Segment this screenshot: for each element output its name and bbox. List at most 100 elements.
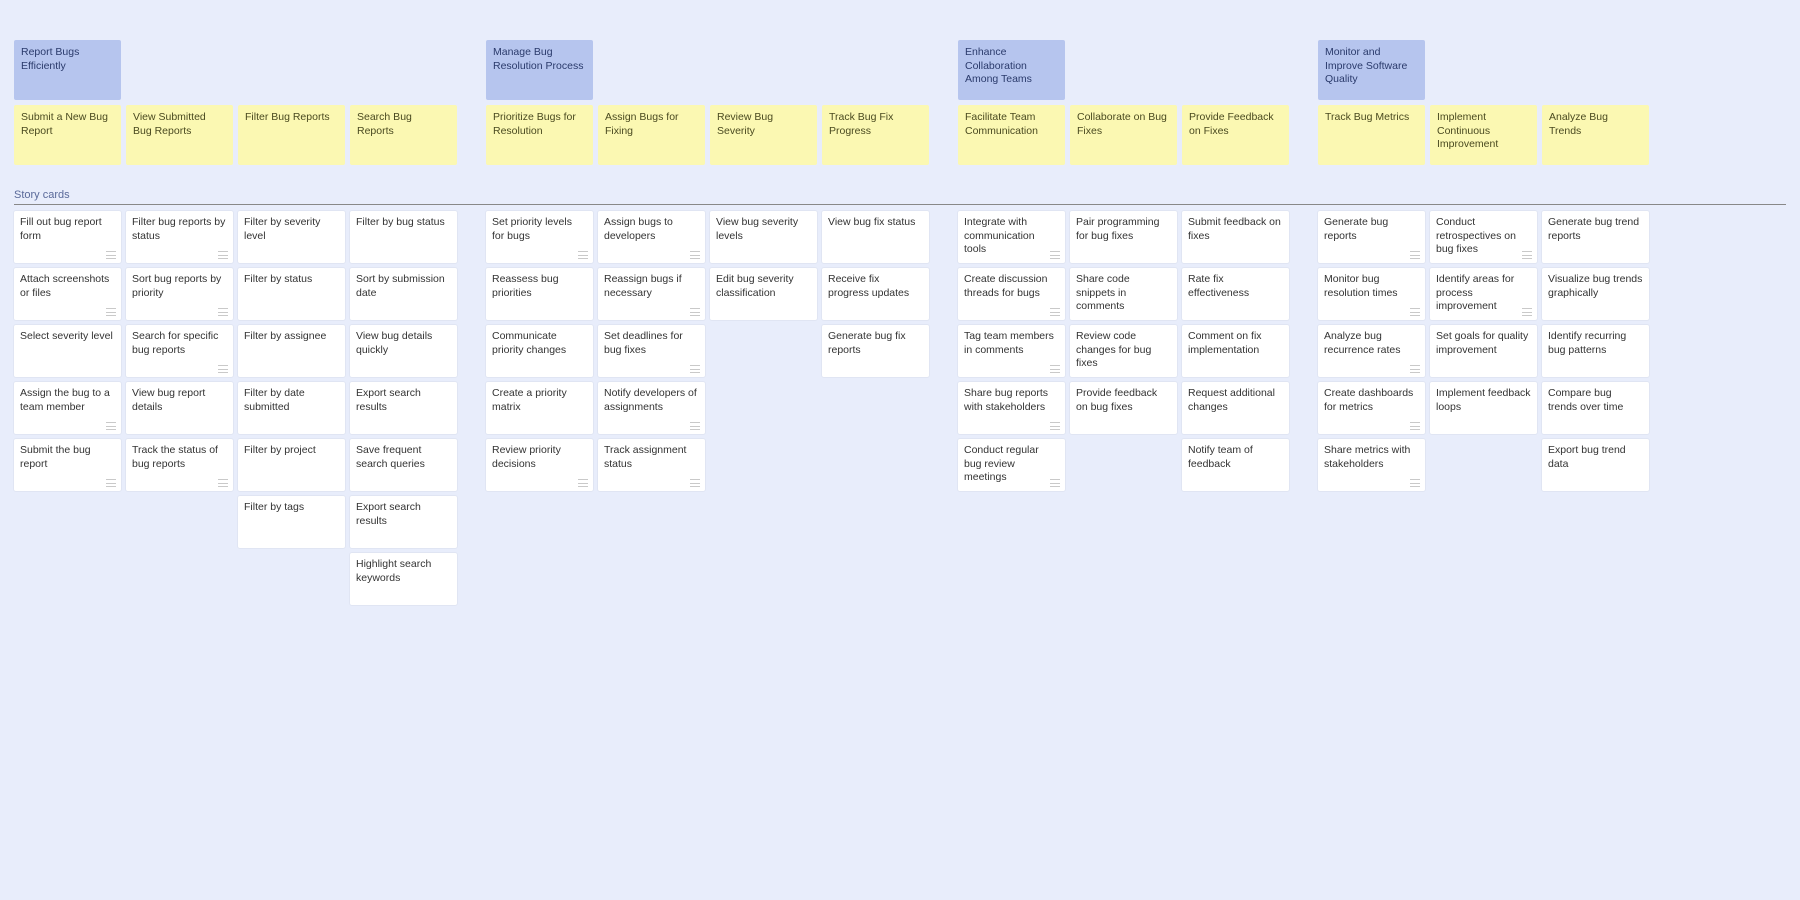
story-card[interactable]: Assign bugs to developers — [598, 211, 705, 263]
story-card[interactable]: Create dashboards for metrics — [1318, 382, 1425, 434]
feature-card[interactable]: Submit a New Bug Report — [14, 105, 121, 165]
feature-card[interactable]: Implement Continuous Improvement — [1430, 105, 1537, 165]
story-card[interactable]: Identify recurring bug patterns — [1542, 325, 1649, 377]
story-card[interactable]: Track assignment status — [598, 439, 705, 491]
story-card[interactable]: Save frequent search queries — [350, 439, 457, 491]
story-card-text: Filter by severity level — [244, 216, 320, 242]
story-card[interactable]: Notify developers of assignments — [598, 382, 705, 434]
feature-card[interactable]: Track Bug Fix Progress — [822, 105, 929, 165]
story-card[interactable]: View bug severity levels — [710, 211, 817, 263]
story-card-text: Filter by bug status — [356, 216, 445, 228]
story-card[interactable]: View bug fix status — [822, 211, 929, 263]
story-card[interactable]: Edit bug severity classification — [710, 268, 817, 320]
story-card[interactable]: Implement feedback loops — [1430, 382, 1537, 434]
story-card[interactable]: Generate bug fix reports — [822, 325, 929, 377]
epic-placeholder — [1542, 40, 1649, 100]
story-card-text: Filter by status — [244, 273, 312, 285]
story-card[interactable]: Search for specific bug reports — [126, 325, 233, 377]
story-card[interactable]: Pair programming for bug fixes — [1070, 211, 1177, 263]
story-card[interactable]: Export search results — [350, 496, 457, 548]
story-card[interactable]: Filter by severity level — [238, 211, 345, 263]
story-card[interactable]: Filter by status — [238, 268, 345, 320]
list-icon — [1410, 422, 1420, 430]
feature-card[interactable]: Search Bug Reports — [350, 105, 457, 165]
feature-card[interactable]: Filter Bug Reports — [238, 105, 345, 165]
epic-card[interactable]: Monitor and Improve Software Quality — [1318, 40, 1425, 100]
story-card[interactable]: Share bug reports with stakeholders — [958, 382, 1065, 434]
story-card[interactable]: Assign the bug to a team member — [14, 382, 121, 434]
story-card[interactable]: Generate bug trend reports — [1542, 211, 1649, 263]
story-card[interactable]: Rate fix effectiveness — [1182, 268, 1289, 320]
story-card[interactable]: Request additional changes — [1182, 382, 1289, 434]
story-card[interactable]: Sort by submission date — [350, 268, 457, 320]
feature-card[interactable]: Prioritize Bugs for Resolution — [486, 105, 593, 165]
story-card[interactable]: Sort bug reports by priority — [126, 268, 233, 320]
epic-card[interactable]: Manage Bug Resolution Process — [486, 40, 593, 100]
story-card[interactable]: Export bug trend data — [1542, 439, 1649, 491]
story-card[interactable]: Generate bug reports — [1318, 211, 1425, 263]
story-card[interactable]: View bug details quickly — [350, 325, 457, 377]
story-card[interactable]: Monitor bug resolution times — [1318, 268, 1425, 320]
feature-card[interactable]: Assign Bugs for Fixing — [598, 105, 705, 165]
story-card[interactable]: Integrate with communication tools — [958, 211, 1065, 263]
story-card[interactable]: Filter by bug status — [350, 211, 457, 263]
story-card[interactable]: Create discussion threads for bugs — [958, 268, 1065, 320]
story-card[interactable]: Create a priority matrix — [486, 382, 593, 434]
story-card[interactable]: Comment on fix implementation — [1182, 325, 1289, 377]
story-card[interactable]: Conduct retrospectives on bug fixes — [1430, 211, 1537, 263]
epic-card[interactable]: Enhance Collaboration Among Teams — [958, 40, 1065, 100]
story-card[interactable]: Fill out bug report form — [14, 211, 121, 263]
story-card[interactable]: Communicate priority changes — [486, 325, 593, 377]
story-card[interactable]: Highlight search keywords — [350, 553, 457, 605]
story-card-text: Sort bug reports by priority — [132, 273, 221, 299]
feature-card[interactable]: Track Bug Metrics — [1318, 105, 1425, 165]
story-card[interactable]: Reassess bug priorities — [486, 268, 593, 320]
epic-card[interactable]: Report Bugs Efficiently — [14, 40, 121, 100]
story-card[interactable]: Submit feedback on fixes — [1182, 211, 1289, 263]
story-card-text: Comment on fix implementation — [1188, 330, 1262, 356]
story-card-text: Filter bug reports by status — [132, 216, 225, 242]
story-card[interactable]: Export search results — [350, 382, 457, 434]
story-card[interactable]: Submit the bug report — [14, 439, 121, 491]
feature-card[interactable]: Analyze Bug Trends — [1542, 105, 1649, 165]
story-card[interactable]: Receive fix progress updates — [822, 268, 929, 320]
story-card[interactable]: Filter by project — [238, 439, 345, 491]
list-icon — [1410, 308, 1420, 316]
feature-card[interactable]: Collaborate on Bug Fixes — [1070, 105, 1177, 165]
story-card[interactable]: Identify areas for process improvement — [1430, 268, 1537, 320]
story-card[interactable]: Reassign bugs if necessary — [598, 268, 705, 320]
story-card[interactable]: Share metrics with stakeholders — [1318, 439, 1425, 491]
story-column: Filter by bug status Sort by submission d… — [350, 211, 457, 605]
feature-card[interactable]: Provide Feedback on Fixes — [1182, 105, 1289, 165]
story-card[interactable]: Attach screenshots or files — [14, 268, 121, 320]
story-card[interactable]: Review priority decisions — [486, 439, 593, 491]
story-card[interactable]: Filter by tags — [238, 496, 345, 548]
story-card[interactable]: Visualize bug trends graphically — [1542, 268, 1649, 320]
story-card[interactable]: Provide feedback on bug fixes — [1070, 382, 1177, 434]
story-card[interactable]: Tag team members in comments — [958, 325, 1065, 377]
story-card[interactable]: Review code changes for bug fixes — [1070, 325, 1177, 377]
story-card[interactable]: Set priority levels for bugs — [486, 211, 593, 263]
list-icon — [1050, 365, 1060, 373]
story-card[interactable]: Filter by assignee — [238, 325, 345, 377]
story-card[interactable]: Select severity level — [14, 325, 121, 377]
story-card[interactable]: Filter by date submitted — [238, 382, 345, 434]
story-card[interactable]: Track the status of bug reports — [126, 439, 233, 491]
story-card[interactable]: Compare bug trends over time — [1542, 382, 1649, 434]
story-card[interactable]: Notify team of feedback — [1182, 439, 1289, 491]
story-card[interactable]: Share code snippets in comments — [1070, 268, 1177, 320]
story-card[interactable]: Filter bug reports by status — [126, 211, 233, 263]
story-card[interactable]: Analyze bug recurrence rates — [1318, 325, 1425, 377]
story-column: Conduct retrospectives on bug fixesIdent… — [1430, 211, 1537, 605]
story-card-text: Integrate with communication tools — [964, 216, 1035, 255]
story-card[interactable]: Set goals for quality improvement — [1430, 325, 1537, 377]
feature-card[interactable]: Review Bug Severity — [710, 105, 817, 165]
feature-card[interactable]: View Submitted Bug Reports — [126, 105, 233, 165]
feature-card[interactable]: Facilitate Team Communication — [958, 105, 1065, 165]
story-cards-section: Story cards Fill out bug report formAtta… — [0, 189, 1800, 605]
story-card-text: Filter by assignee — [244, 330, 326, 342]
story-card[interactable]: View bug report details — [126, 382, 233, 434]
list-icon — [218, 308, 228, 316]
story-card[interactable]: Set deadlines for bug fixes — [598, 325, 705, 377]
story-card[interactable]: Conduct regular bug review meetings — [958, 439, 1065, 491]
